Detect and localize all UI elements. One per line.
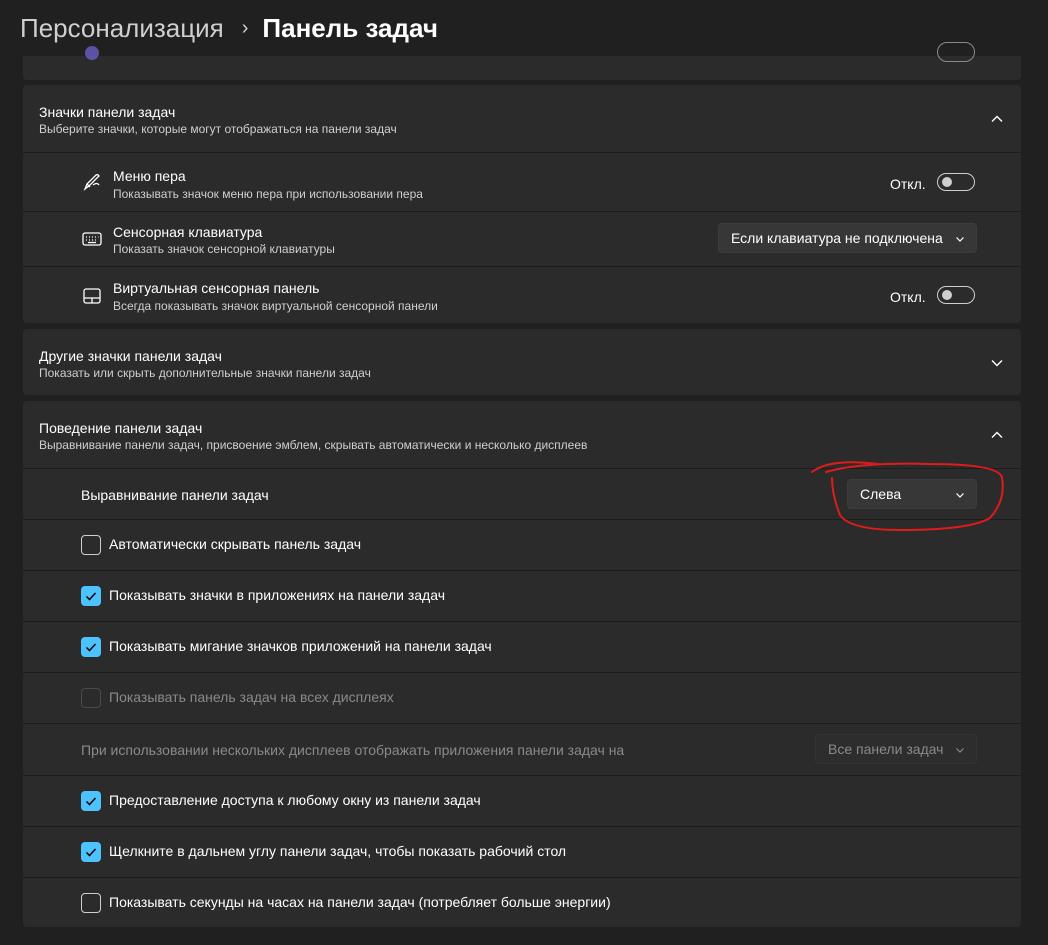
- section-title: Значки панели задач: [39, 104, 176, 120]
- dropdown-value: Слева: [860, 486, 902, 502]
- breadcrumb-parent[interactable]: Персонализация: [20, 13, 224, 44]
- virtual-touchpad-row: Виртуальная сенсорная панель Всегда пока…: [23, 266, 1021, 323]
- section-title: Поведение панели задач: [39, 420, 203, 436]
- checkbox-row[interactable]: Предоставление доступа к любому окну из …: [23, 775, 1021, 826]
- section-title: Другие значки панели задач: [39, 348, 222, 364]
- chevron-down-icon: [956, 748, 964, 753]
- checkbox-row[interactable]: Показывать мигание значков приложений на…: [23, 621, 1021, 672]
- checkmark-icon: [85, 848, 97, 857]
- taskbar-behavior-section: Поведение панели задач Выравнивание пане…: [23, 401, 1021, 927]
- checkbox-row[interactable]: Показывать значки в приложениях на панел…: [23, 570, 1021, 621]
- checkbox-row: Показывать панель задач на всех дисплеях: [23, 672, 1021, 723]
- checkbox-row[interactable]: Показывать секунды на часах на панели за…: [23, 877, 1021, 927]
- checkbox[interactable]: [81, 842, 101, 862]
- previous-setting-card: [23, 42, 1021, 80]
- taskbar-behavior-header[interactable]: Поведение панели задач Выравнивание пане…: [23, 401, 1021, 468]
- pen-icon: [81, 171, 103, 193]
- row-subtitle: Всегда показывать значок виртуальной сен…: [113, 299, 438, 313]
- breadcrumb-separator: ›: [241, 16, 249, 39]
- chevron-down-icon: [956, 493, 964, 498]
- row-subtitle: Показать значок сенсорной клавиатуры: [113, 242, 335, 256]
- checkbox[interactable]: [81, 586, 101, 606]
- checkbox: [81, 688, 101, 708]
- section-subtitle: Выберите значки, которые могут отображат…: [39, 122, 397, 136]
- pen-menu-toggle[interactable]: [937, 173, 975, 191]
- dropdown-value: Все панели задач: [828, 741, 944, 757]
- toggle-knob: [942, 290, 952, 300]
- chevron-down-icon[interactable]: [989, 355, 1005, 371]
- toggle-state-label: Откл.: [890, 289, 926, 305]
- checkbox-row[interactable]: Щелкните в дальнем углу панели задач, чт…: [23, 826, 1021, 877]
- alignment-label: Выравнивание панели задач: [81, 487, 269, 503]
- breadcrumb: Персонализация › Панель задач: [20, 8, 438, 48]
- checkmark-icon: [85, 643, 97, 652]
- checkbox[interactable]: [81, 791, 101, 811]
- section-subtitle: Выравнивание панели задач, присвоение эм…: [39, 438, 588, 452]
- previous-toggle[interactable]: [937, 42, 975, 62]
- virtual-touchpad-toggle[interactable]: [937, 286, 975, 304]
- multi-display-label: При использовании нескольких дисплеев от…: [81, 742, 625, 758]
- checkbox-label: Автоматически скрывать панель задач: [109, 536, 362, 552]
- chevron-up-icon[interactable]: [989, 427, 1005, 443]
- checkbox-label: Показывать секунды на часах на панели за…: [109, 894, 611, 910]
- toggle-state-label: Откл.: [890, 176, 926, 192]
- section-subtitle: Показать или скрыть дополнительные значк…: [39, 366, 371, 380]
- row-subtitle: Показывать значок меню пера при использо…: [113, 187, 423, 201]
- checkmark-icon: [85, 592, 97, 601]
- checkbox-label: Показывать мигание значков приложений на…: [109, 638, 492, 654]
- touch-keyboard-row: Сенсорная клавиатура Показать значок сен…: [23, 211, 1021, 266]
- taskbar-icons-section: Значки панели задач Выберите значки, кот…: [23, 85, 1021, 323]
- checkbox-row[interactable]: Автоматически скрывать панель задач: [23, 519, 1021, 570]
- dropdown-value: Если клавиатура не подключена: [731, 230, 943, 246]
- touch-keyboard-dropdown[interactable]: Если клавиатура не подключена: [718, 223, 977, 253]
- pen-menu-row: Меню пера Показывать значок меню пера пр…: [23, 152, 1021, 211]
- chevron-down-icon: [956, 237, 964, 242]
- checkbox[interactable]: [81, 893, 101, 913]
- checkbox-label: Предоставление доступа к любому окну из …: [109, 792, 481, 808]
- row-title: Виртуальная сенсорная панель: [113, 280, 320, 296]
- checkbox[interactable]: [81, 535, 101, 555]
- copilot-icon: [85, 46, 99, 60]
- page-title: Панель задач: [262, 12, 438, 43]
- checkbox-label: Показывать панель задач на всех дисплеях: [109, 689, 394, 705]
- chevron-up-icon[interactable]: [989, 111, 1005, 127]
- multi-display-row: При использовании нескольких дисплеев от…: [23, 723, 1021, 776]
- touchpad-icon: [81, 285, 103, 307]
- checkbox[interactable]: [81, 637, 101, 657]
- taskbar-icons-header[interactable]: Значки панели задач Выберите значки, кот…: [23, 85, 1021, 152]
- other-icons-section[interactable]: Другие значки панели задач Показать или …: [23, 329, 1021, 395]
- alignment-row: Выравнивание панели задач Слева: [23, 468, 1021, 519]
- row-title: Меню пера: [113, 168, 186, 184]
- checkbox-label: Показывать значки в приложениях на панел…: [109, 587, 445, 603]
- multi-display-dropdown: Все панели задач: [815, 734, 977, 764]
- keyboard-icon: [81, 228, 103, 250]
- alignment-dropdown[interactable]: Слева: [847, 479, 977, 509]
- checkbox-label: Щелкните в дальнем углу панели задач, чт…: [109, 843, 567, 859]
- toggle-knob: [942, 177, 952, 187]
- row-title: Сенсорная клавиатура: [113, 224, 263, 240]
- checkmark-icon: [85, 797, 97, 806]
